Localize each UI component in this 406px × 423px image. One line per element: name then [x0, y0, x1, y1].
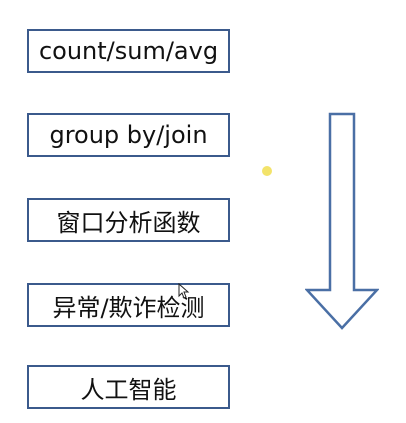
- stage-box-artificial-intelligence: 人工智能: [27, 365, 230, 409]
- stage-box-count-sum-avg: count/sum/avg: [27, 29, 230, 73]
- stage-label: 人工智能: [80, 375, 177, 404]
- stage-box-window-functions: 窗口分析函数: [27, 198, 230, 242]
- down-arrow-icon: [305, 112, 379, 330]
- stage-box-group-by-join: group by/join: [27, 113, 230, 157]
- mouse-cursor-icon: [178, 283, 190, 299]
- highlight-dot: [262, 166, 272, 176]
- stage-label: group by/join: [49, 121, 208, 149]
- stage-label: count/sum/avg: [38, 37, 219, 65]
- stage-label: 窗口分析函数: [56, 208, 201, 237]
- stage-box-anomaly-fraud-detection: 异常/欺诈检测: [27, 283, 230, 327]
